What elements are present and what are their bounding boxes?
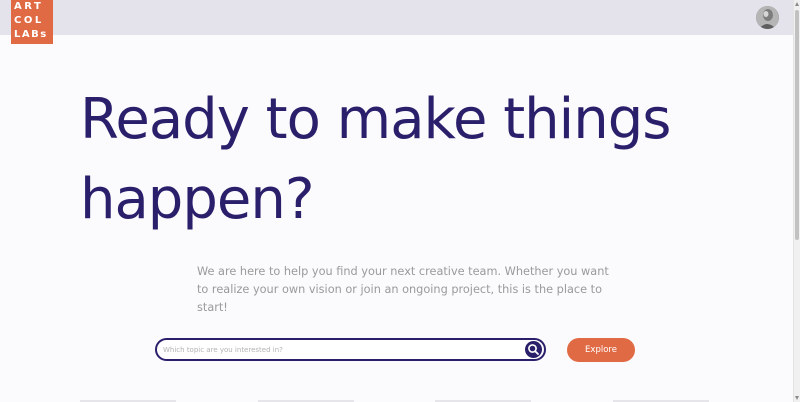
artcollabs-logo[interactable]: ART COL LABs: [11, 0, 53, 44]
search-input[interactable]: [163, 342, 513, 358]
top-bar: ART COL LABs: [0, 0, 793, 44]
scroll-up-arrow-icon[interactable]: [795, 2, 799, 6]
search-button[interactable]: [525, 341, 542, 358]
logo-line-3: LABs: [14, 29, 48, 40]
search-bar: [155, 338, 546, 361]
page: ART COL LABs Ready to make things happen…: [0, 0, 800, 402]
hero-subtitle: We are here to help you find your next c…: [197, 265, 609, 314]
avatar-photo-icon: [756, 6, 779, 29]
vertical-scrollbar[interactable]: [793, 0, 800, 402]
logo-line-1: ART: [14, 1, 44, 12]
user-avatar[interactable]: [756, 6, 779, 29]
scroll-down-arrow-icon[interactable]: [795, 396, 799, 400]
hero-title: Ready to make things happen?: [80, 87, 671, 232]
search-icon: [528, 344, 539, 355]
explore-button[interactable]: Explore: [567, 338, 635, 362]
logo-line-2: COL: [14, 15, 44, 26]
scroll-thumb[interactable]: [795, 10, 799, 240]
